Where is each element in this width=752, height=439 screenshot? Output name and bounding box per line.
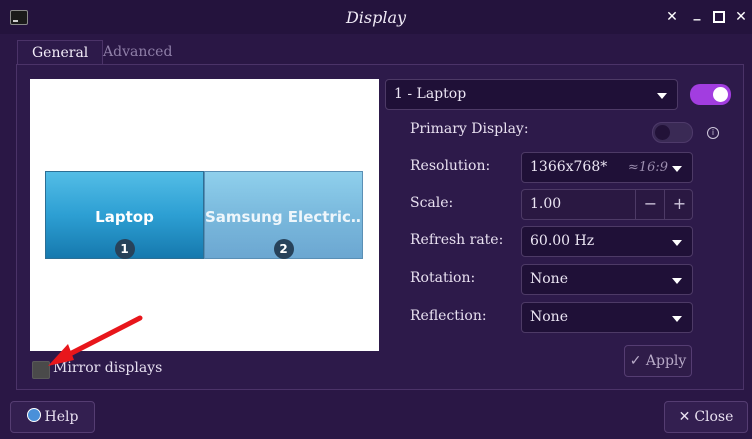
- scale-spinbox[interactable]: 1.00 − +: [521, 189, 693, 220]
- titlebar: Display ✕ _ ✕: [0, 0, 752, 34]
- chevron-down-icon: [672, 278, 682, 284]
- monitor-number: 1: [114, 239, 135, 259]
- monitor-laptop[interactable]: Laptop 1: [45, 171, 204, 259]
- display-select[interactable]: 1 - Laptop: [385, 79, 678, 110]
- chevron-down-icon: [672, 316, 682, 322]
- aspect-ratio-hint: ≈16:9: [627, 160, 668, 175]
- close-label: Close: [694, 409, 734, 425]
- toggle-knob: [713, 87, 728, 102]
- reflection-select[interactable]: None: [521, 302, 693, 333]
- help-icon: [26, 408, 41, 422]
- checkmark-icon: ✓: [629, 353, 642, 369]
- tab-advanced[interactable]: Advanced: [89, 40, 186, 65]
- scale-increase-button[interactable]: +: [664, 190, 694, 219]
- reflection-label: Reflection:: [410, 308, 487, 324]
- info-icon[interactable]: i: [707, 127, 719, 139]
- primary-display-label: Primary Display:: [410, 121, 529, 137]
- close-icon: ✕: [678, 409, 691, 425]
- display-select-value: 1 - Laptop: [394, 86, 467, 102]
- display-enabled-toggle[interactable]: [690, 84, 731, 105]
- monitor-samsung[interactable]: Samsung Electric… 2: [204, 171, 363, 259]
- scale-label: Scale:: [410, 195, 454, 211]
- refresh-rate-select[interactable]: 60.00 Hz: [521, 226, 693, 257]
- help-button[interactable]: Help: [10, 401, 95, 433]
- annotation-arrow-icon: [48, 315, 143, 366]
- toggle-knob: [655, 125, 670, 140]
- reflection-value: None: [530, 309, 568, 325]
- primary-display-toggle[interactable]: [652, 122, 693, 143]
- rotation-value: None: [530, 271, 568, 287]
- resolution-value: 1366x768*: [530, 159, 608, 175]
- rotation-select[interactable]: None: [521, 264, 693, 295]
- resolution-select[interactable]: 1366x768* ≈16:9: [521, 152, 693, 183]
- monitor-label: Samsung Electric…: [205, 208, 362, 226]
- close-icon[interactable]: ✕: [664, 9, 680, 25]
- chevron-down-icon: [657, 93, 667, 99]
- chevron-down-icon: [672, 166, 682, 172]
- close-button[interactable]: ✕ Close: [664, 401, 748, 433]
- apply-label: Apply: [645, 353, 687, 369]
- monitor-label: Laptop: [95, 208, 154, 226]
- resolution-label: Resolution:: [410, 158, 491, 174]
- monitor-number: 2: [273, 239, 294, 259]
- help-label: Help: [44, 409, 79, 425]
- minimize-icon[interactable]: _: [689, 5, 705, 21]
- apply-button[interactable]: ✓ Apply: [624, 345, 692, 377]
- rotation-label: Rotation:: [410, 270, 476, 286]
- refresh-rate-label: Refresh rate:: [410, 232, 504, 248]
- refresh-rate-value: 60.00 Hz: [530, 233, 595, 249]
- close-window-icon[interactable]: ✕: [733, 9, 749, 25]
- window-title: Display: [345, 8, 407, 27]
- chevron-down-icon: [672, 240, 682, 246]
- scale-decrease-button[interactable]: −: [635, 190, 665, 219]
- scale-value: 1.00: [530, 196, 562, 212]
- maximize-icon[interactable]: [711, 9, 727, 25]
